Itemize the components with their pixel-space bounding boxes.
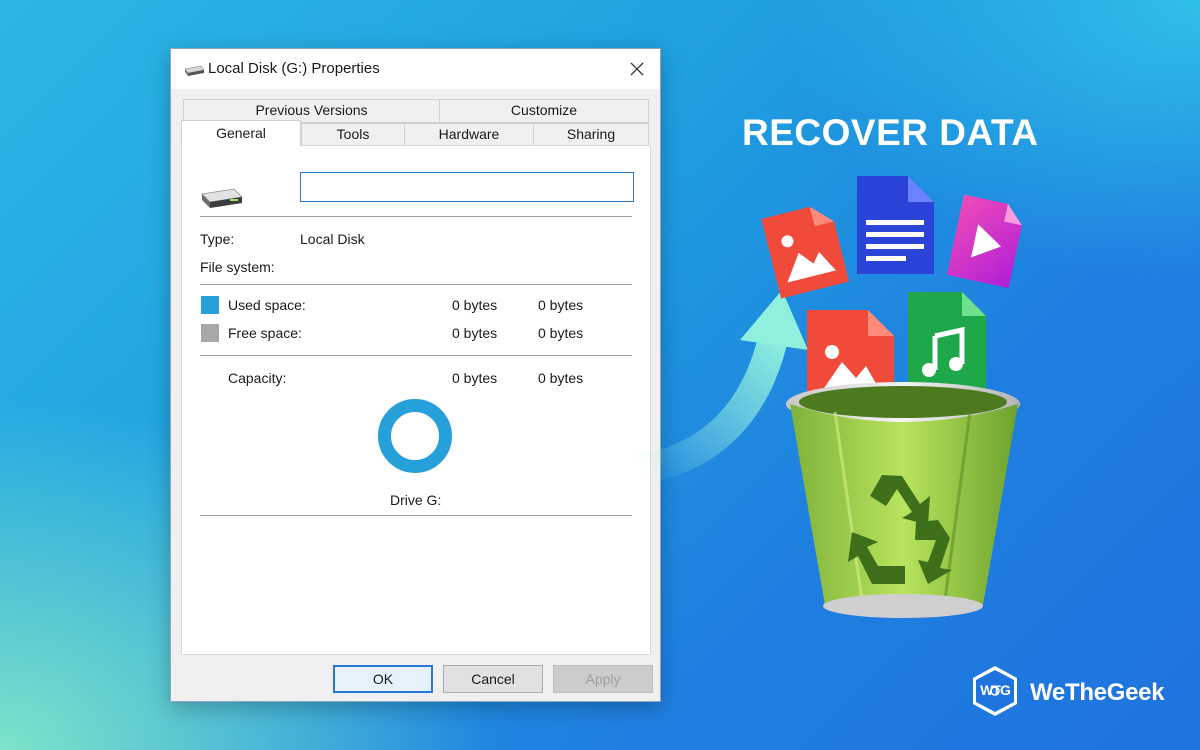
properties-dialog: Local Disk (G:) Properties Previous Vers… — [170, 48, 661, 702]
separator — [200, 284, 632, 285]
drive-icon — [184, 65, 205, 76]
close-button[interactable] — [614, 49, 660, 89]
type-label: Type: — [200, 231, 235, 247]
file-system-label: File system: — [200, 259, 275, 275]
drive-large-icon — [201, 188, 243, 208]
recover-arrow-icon — [625, 290, 808, 485]
document-file-icon — [857, 176, 934, 274]
tab-hardware[interactable]: Hardware — [404, 123, 534, 146]
video-file-icon — [946, 194, 1022, 288]
music-file-icon — [908, 292, 986, 392]
apply-button[interactable]: Apply — [553, 665, 653, 693]
free-space-label: Free space: — [228, 325, 302, 341]
drive-label: Drive G: — [390, 492, 442, 508]
tab-general[interactable]: General — [181, 120, 301, 146]
cancel-button[interactable]: Cancel — [443, 665, 543, 693]
image-file-icon — [761, 206, 850, 299]
free-space-swatch — [201, 324, 219, 342]
used-space-bytes: 0 bytes — [452, 297, 498, 313]
headline: RECOVER DATA — [742, 112, 1039, 153]
general-panel: Type: Local Disk File system: Used space… — [181, 145, 651, 655]
capacity-size: 0 bytes — [538, 370, 584, 386]
free-space-bytes: 0 bytes — [452, 325, 498, 341]
close-icon — [630, 62, 644, 76]
capacity-donut-chart — [378, 399, 452, 473]
brand-logo-letters: WTG — [980, 682, 1011, 698]
separator — [200, 355, 632, 356]
type-value: Local Disk — [300, 231, 365, 247]
tab-tools[interactable]: Tools — [301, 123, 405, 146]
separator — [200, 515, 632, 516]
window-title: Local Disk (G:) Properties — [208, 60, 380, 77]
capacity-label: Capacity: — [228, 370, 287, 386]
capacity-bytes: 0 bytes — [452, 370, 498, 386]
tab-sharing[interactable]: Sharing — [533, 123, 649, 146]
brand-name: WeTheGeek — [1030, 679, 1165, 706]
ok-button[interactable]: OK — [333, 665, 433, 693]
free-space-size: 0 bytes — [538, 325, 584, 341]
title-bar[interactable]: Local Disk (G:) Properties — [171, 49, 660, 89]
drive-name-input[interactable] — [300, 172, 634, 202]
tab-customize[interactable]: Customize — [439, 99, 649, 123]
used-space-label: Used space: — [228, 297, 306, 313]
separator — [200, 216, 632, 217]
used-space-swatch — [201, 296, 219, 314]
recover-data-illustration — [625, 176, 1022, 618]
used-space-size: 0 bytes — [538, 297, 584, 313]
